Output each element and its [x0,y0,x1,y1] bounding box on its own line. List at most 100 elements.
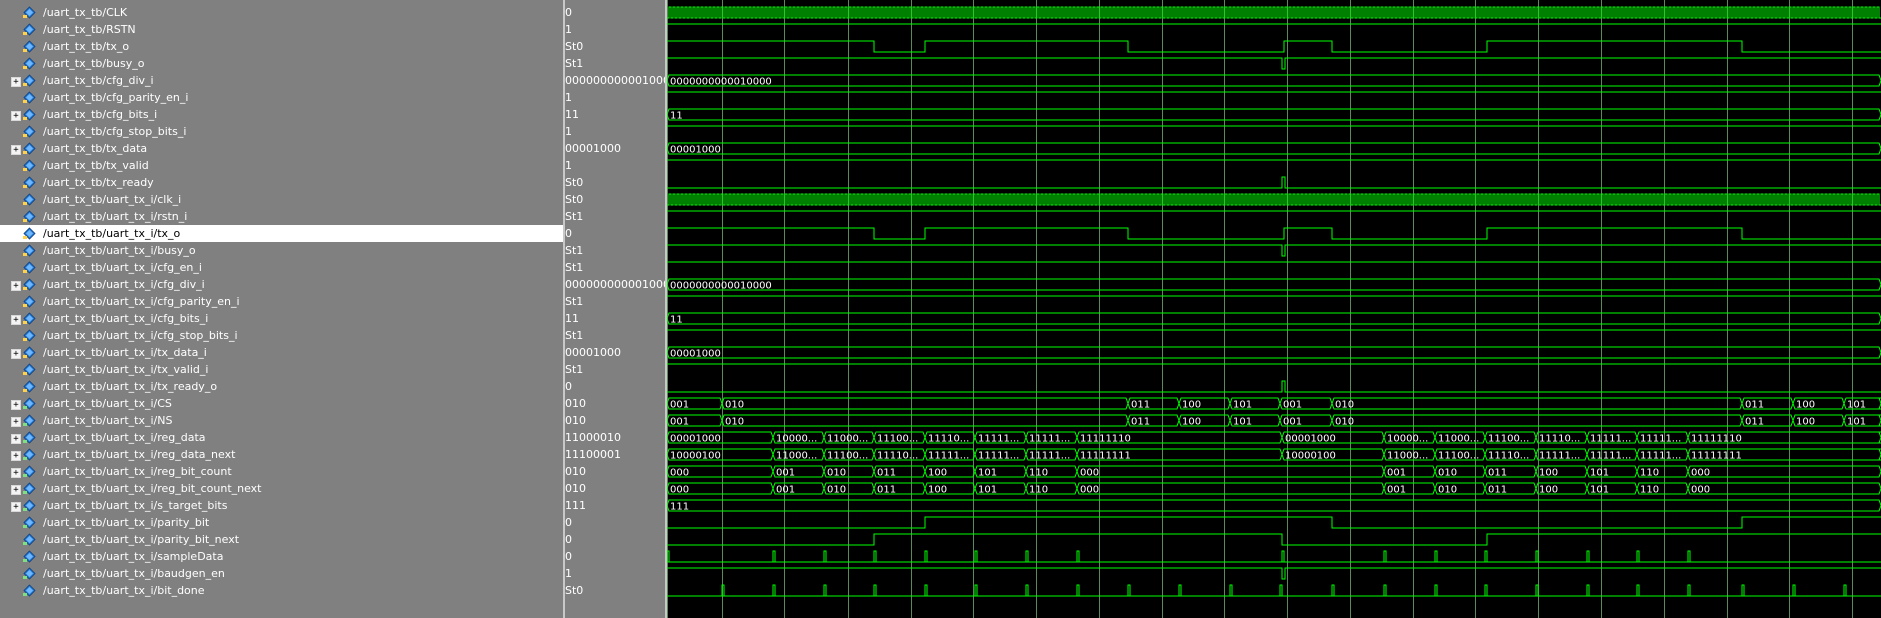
signal-row[interactable]: /uart_tx_tb/uart_tx_i/tx_valid_i [0,361,563,378]
signal-value-row: 1 [565,89,665,106]
signal-value: 0000000000010000 [565,278,677,291]
signal-value: 010 [565,465,586,478]
pulse-mark [1535,550,1539,562]
signal-name: /uart_tx_tb/tx_valid [43,159,149,172]
signal-row[interactable]: /uart_tx_tb/tx_valid [0,157,563,174]
signal-row[interactable]: + /uart_tx_tb/uart_tx_i/reg_bit_count [0,463,563,480]
expand-plus-icon[interactable]: + [11,485,21,495]
expand-plus-icon[interactable]: + [11,502,21,512]
expand-plus-icon[interactable]: + [11,417,21,427]
bus-segment [667,278,1881,291]
signal-row[interactable]: /uart_tx_tb/CLK [0,4,563,21]
signal-name: /uart_tx_tb/uart_tx_i/sampleData [43,550,224,563]
signal-row[interactable]: /uart_tx_tb/cfg_parity_en_i [0,89,563,106]
bus-value-label: 110 [1029,468,1048,479]
expand-plus-icon[interactable]: + [11,400,21,410]
bus-value-label: 101 [1847,417,1866,428]
pulse-mark [772,550,776,562]
input-signal-icon [23,346,36,359]
bus-value-label: 001 [670,417,689,428]
signal-row[interactable]: /uart_tx_tb/uart_tx_i/tx_o [0,225,563,242]
signal-value-row: 0 [565,225,665,242]
signal-row[interactable]: /uart_tx_tb/cfg_stop_bits_i [0,123,563,140]
pulse-mark [1076,550,1080,562]
signal-row[interactable]: + /uart_tx_tb/uart_tx_i/s_target_bits [0,497,563,514]
signal-row[interactable]: + /uart_tx_tb/tx_data [0,140,563,157]
bit-trace [667,567,1881,580]
bus-value-label: 11111... [1590,434,1631,445]
signal-name: /uart_tx_tb/uart_tx_i/tx_o [43,227,181,240]
signal-value: 1 [565,125,572,138]
signal-row[interactable]: + /uart_tx_tb/cfg_bits_i [0,106,563,123]
signal-value: St1 [565,210,584,223]
signal-name: /uart_tx_tb/uart_tx_i/CS [43,397,172,410]
signal-name: /uart_tx_tb/cfg_stop_bits_i [43,125,187,138]
signal-row[interactable]: /uart_tx_tb/uart_tx_i/baudgen_en [0,565,563,582]
expand-plus-icon[interactable]: + [11,281,21,291]
bus-value-label: 11111... [1029,451,1070,462]
expand-plus-icon[interactable]: + [11,468,21,478]
waveform-pane[interactable]: 0000000000010000 11 00001000 00000000000100… [667,0,1881,618]
signal-row[interactable]: /uart_tx_tb/uart_tx_i/cfg_en_i [0,259,563,276]
signal-name: /uart_tx_tb/uart_tx_i/cfg_stop_bits_i [43,329,238,342]
signal-row[interactable]: /uart_tx_tb/uart_tx_i/rstn_i [0,208,563,225]
signal-value: 010 [565,414,586,427]
signal-row[interactable]: + /uart_tx_tb/uart_tx_i/CS [0,395,563,412]
expand-plus-icon[interactable]: + [11,111,21,121]
pulse-mark [1636,584,1640,596]
signal-row[interactable]: + /uart_tx_tb/uart_tx_i/reg_data_next [0,446,563,463]
signal-name: /uart_tx_tb/cfg_parity_en_i [43,91,189,104]
signal-name: /uart_tx_tb/uart_tx_i/clk_i [43,193,182,206]
bus-value-label: 00001000 [670,434,721,445]
pulse-mark [873,584,877,596]
signal-row[interactable]: /uart_tx_tb/tx_o [0,38,563,55]
signal-name: /uart_tx_tb/uart_tx_i/tx_valid_i [43,363,209,376]
pulse-mark [1127,584,1131,596]
bus-value-label: 00001000 [1285,434,1336,445]
bus-value-label: 11111... [1590,451,1631,462]
signal-row[interactable]: /uart_tx_tb/busy_o [0,55,563,72]
signal-row[interactable]: /uart_tx_tb/tx_ready [0,174,563,191]
signal-name: /uart_tx_tb/uart_tx_i/busy_o [43,244,196,257]
pulse-mark [974,584,978,596]
expand-plus-icon[interactable]: + [11,434,21,444]
expand-plus-icon[interactable]: + [11,315,21,325]
bus-value-label: 011 [1131,417,1150,428]
expand-plus-icon[interactable]: + [11,77,21,87]
signal-row[interactable]: /uart_tx_tb/uart_tx_i/parity_bit [0,514,563,531]
expand-plus-icon[interactable]: + [11,451,21,461]
signal-row[interactable]: + /uart_tx_tb/uart_tx_i/tx_data_i [0,344,563,361]
output-signal-icon [23,142,36,155]
signal-row[interactable]: + /uart_tx_tb/uart_tx_i/reg_bit_count_nex… [0,480,563,497]
bus-value-label: 11100... [827,451,868,462]
signal-value: 11 [565,312,579,325]
signal-value: 00001000 [565,346,621,359]
bus-value-label: 100 [1182,417,1201,428]
signal-row[interactable]: /uart_tx_tb/uart_tx_i/busy_o [0,242,563,259]
signal-row[interactable]: /uart_tx_tb/uart_tx_i/parity_bit_next [0,531,563,548]
signal-value-row: 00001000 [565,344,665,361]
pulse-mark [1281,550,1285,562]
waveform-canvas[interactable]: 0000000000010000110000100000000000000100… [667,0,1881,618]
signal-row[interactable]: /uart_tx_tb/uart_tx_i/sampleData [0,548,563,565]
bus-value-label: 001 [1387,485,1406,496]
signal-row[interactable]: /uart_tx_tb/uart_tx_i/bit_done [0,582,563,599]
expand-plus-icon[interactable]: + [11,145,21,155]
signal-row[interactable]: /uart_tx_tb/uart_tx_i/cfg_parity_en_i [0,293,563,310]
signal-row[interactable]: + /uart_tx_tb/uart_tx_i/cfg_bits_i [0,310,563,327]
signal-row[interactable]: /uart_tx_tb/uart_tx_i/tx_ready_o [0,378,563,395]
bus-value-label: 100 [1796,417,1815,428]
bus-value-label: 000 [1080,485,1099,496]
expand-plus-icon[interactable]: + [11,349,21,359]
signal-row[interactable]: + /uart_tx_tb/uart_tx_i/reg_data [0,429,563,446]
signal-value-row: 1 [565,157,665,174]
signal-row[interactable]: + /uart_tx_tb/cfg_div_i [0,72,563,89]
signal-row[interactable]: /uart_tx_tb/uart_tx_i/cfg_stop_bits_i [0,327,563,344]
bus-value-label: 101 [1233,400,1252,411]
signal-row[interactable]: + /uart_tx_tb/uart_tx_i/cfg_div_i [0,276,563,293]
signal-row[interactable]: /uart_tx_tb/uart_tx_i/clk_i [0,191,563,208]
signal-value: St1 [565,295,584,308]
pulse-mark [1383,584,1387,596]
signal-row[interactable]: + /uart_tx_tb/uart_tx_i/NS [0,412,563,429]
signal-row[interactable]: /uart_tx_tb/RSTN [0,21,563,38]
